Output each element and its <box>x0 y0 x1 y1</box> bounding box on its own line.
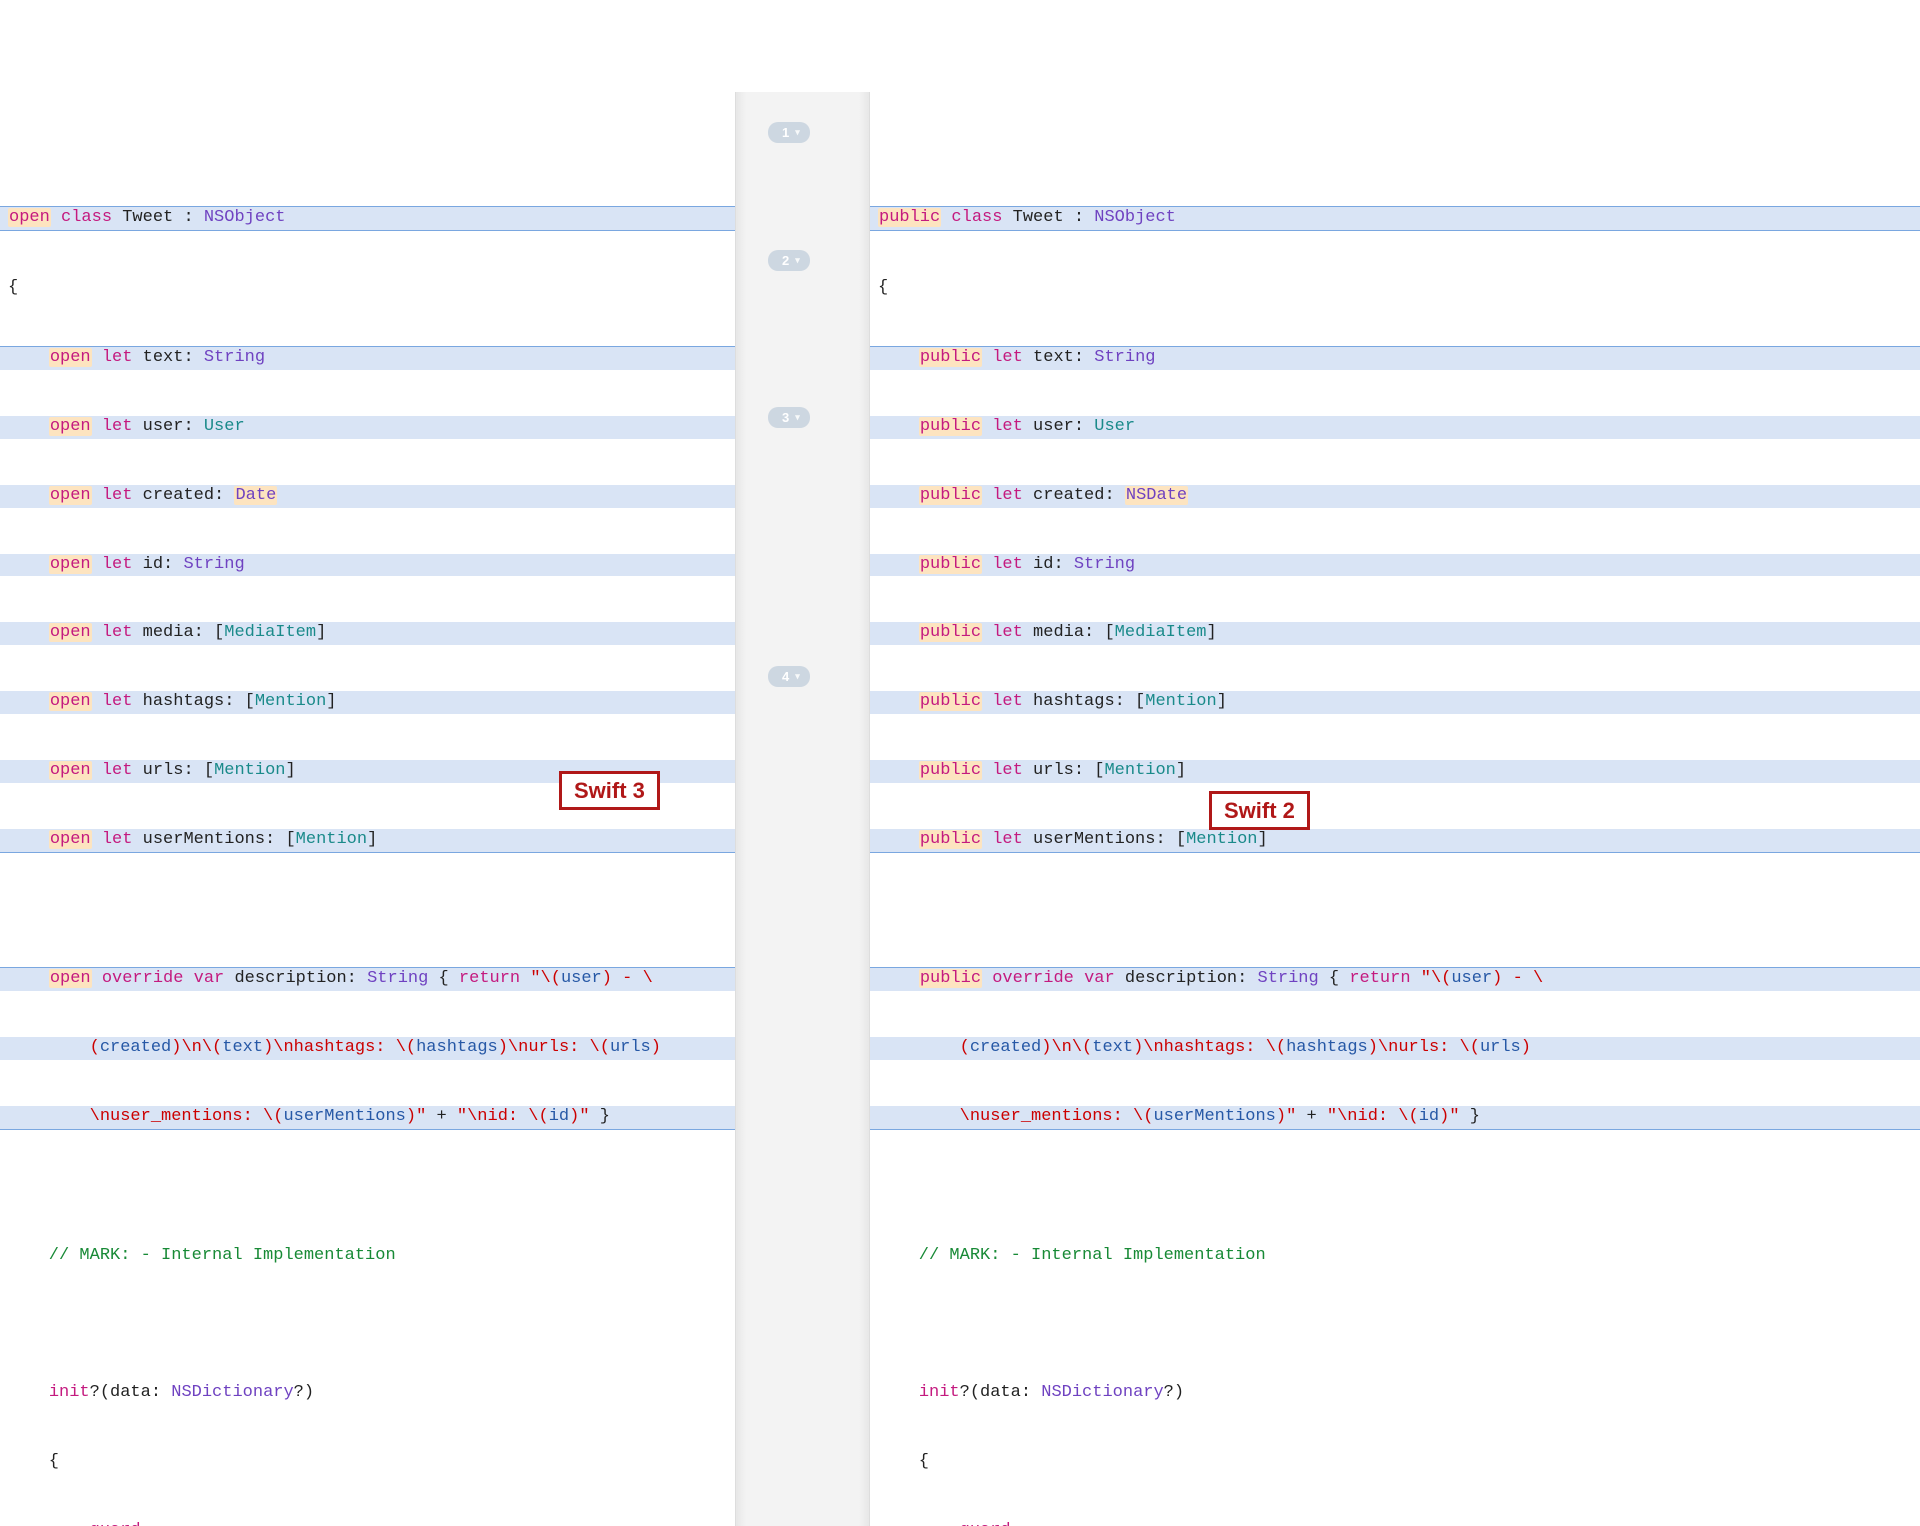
prop-usermentions[interactable]: open let userMentions: [Mention] <box>0 829 735 853</box>
blank <box>870 899 1920 922</box>
swift2-badge: Swift 2 <box>1210 792 1309 830</box>
prop-hashtags[interactable]: open let hashtags: [Mention] <box>0 691 735 714</box>
prop-created[interactable]: open let created: Date <box>0 485 735 508</box>
prop-text[interactable]: open let text: String <box>0 346 735 370</box>
desc-line2[interactable]: (created)\n\(text)\nhashtags: \(hashtags… <box>870 1037 1920 1060</box>
desc-line3[interactable]: \nuser_mentions: \(userMentions)" + "\ni… <box>0 1106 735 1130</box>
guard: guard <box>0 1520 735 1526</box>
diff-pill-2[interactable]: 2▾ <box>768 250 810 272</box>
chevron-down-icon: ▾ <box>795 254 800 266</box>
blank <box>0 138 735 161</box>
diff-gutter: 1▾ 2▾ 3▾ 4▾ <box>735 92 870 1526</box>
prop-id[interactable]: public let id: String <box>870 554 1920 577</box>
diff-pill-3[interactable]: 3▾ <box>768 407 810 429</box>
desc-line3[interactable]: \nuser_mentions: \(userMentions)" + "\ni… <box>870 1106 1920 1130</box>
chevron-down-icon: ▾ <box>795 126 800 138</box>
prop-created[interactable]: public let created: NSDate <box>870 485 1920 508</box>
mark-comment: // MARK: - Internal Implementation <box>870 1245 1920 1268</box>
blank <box>0 1176 735 1199</box>
prop-user[interactable]: public let user: User <box>870 416 1920 439</box>
desc-line2[interactable]: (created)\n\(text)\nhashtags: \(hashtags… <box>0 1037 735 1060</box>
prop-user[interactable]: open let user: User <box>0 416 735 439</box>
prop-urls[interactable]: public let urls: [Mention] <box>870 760 1920 783</box>
class-decl[interactable]: open class Tweet : NSObject <box>0 206 735 231</box>
left-pane[interactable]: open class Tweet : NSObject { open let t… <box>0 92 735 1526</box>
diff-view: open class Tweet : NSObject { open let t… <box>0 92 1920 1526</box>
diff-pill-4[interactable]: 4▾ <box>768 666 810 688</box>
blank <box>0 899 735 922</box>
desc-line1[interactable]: public override var description: String … <box>870 967 1920 991</box>
mark-comment: // MARK: - Internal Implementation <box>0 1245 735 1268</box>
brace: { <box>870 1451 1920 1474</box>
diff-pill-1[interactable]: 1▾ <box>768 122 810 144</box>
desc-line1[interactable]: open override var description: String { … <box>0 967 735 991</box>
blank <box>0 1313 735 1336</box>
prop-id[interactable]: open let id: String <box>0 554 735 577</box>
blank <box>870 1313 1920 1336</box>
chevron-down-icon: ▾ <box>795 411 800 423</box>
prop-usermentions[interactable]: public let userMentions: [Mention] <box>870 829 1920 853</box>
swift3-badge: Swift 3 <box>560 772 659 810</box>
brace: { <box>870 277 1920 300</box>
class-decl[interactable]: public class Tweet : NSObject <box>870 206 1920 231</box>
brace: { <box>0 1451 735 1474</box>
guard: guard <box>870 1520 1920 1526</box>
init-decl[interactable]: init?(data: NSDictionary?) <box>0 1382 735 1405</box>
prop-media[interactable]: open let media: [MediaItem] <box>0 622 735 645</box>
init-decl[interactable]: init?(data: NSDictionary?) <box>870 1382 1920 1405</box>
prop-media[interactable]: public let media: [MediaItem] <box>870 622 1920 645</box>
brace: { <box>0 277 735 300</box>
prop-hashtags[interactable]: public let hashtags: [Mention] <box>870 691 1920 714</box>
chevron-down-icon: ▾ <box>795 670 800 682</box>
blank <box>870 138 1920 161</box>
prop-text[interactable]: public let text: String <box>870 346 1920 370</box>
right-pane[interactable]: public class Tweet : NSObject { public l… <box>870 92 1920 1526</box>
blank <box>870 1176 1920 1199</box>
